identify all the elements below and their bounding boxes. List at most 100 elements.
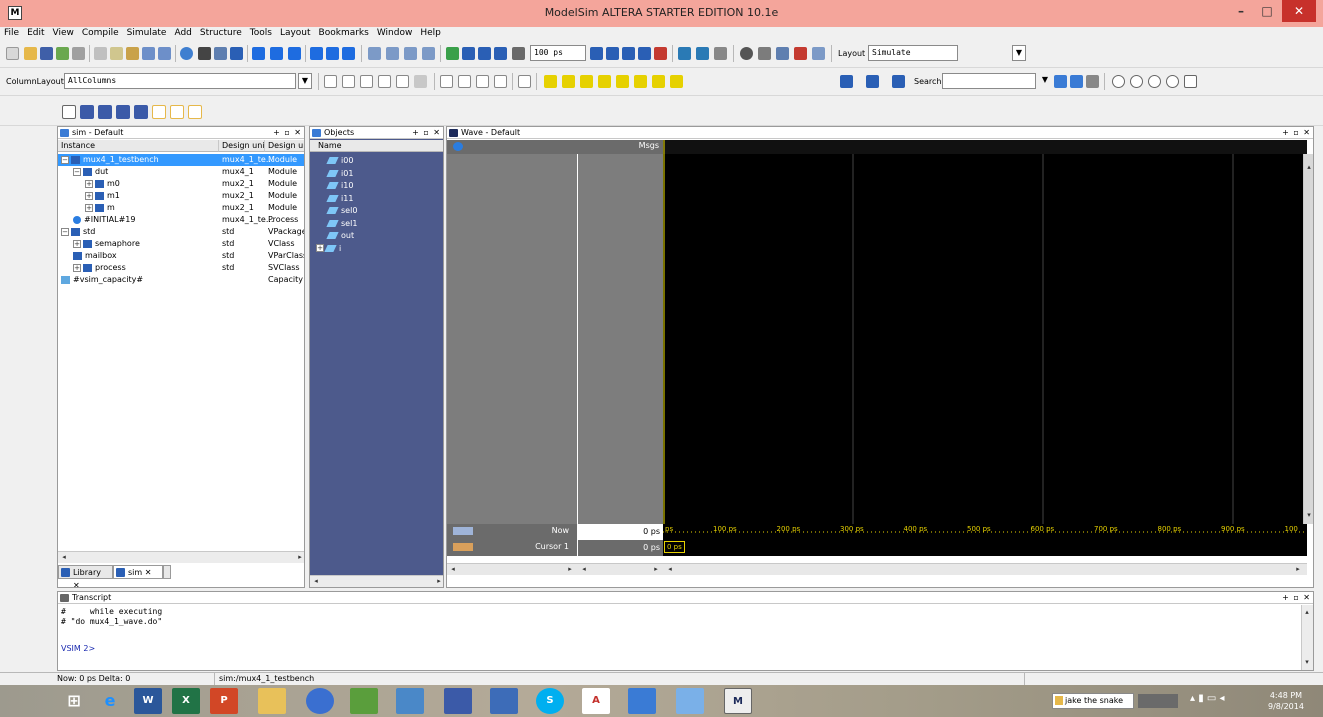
taskbar-app-icon-4[interactable] [628,688,656,714]
cut-icon[interactable] [94,47,107,60]
tab-sim[interactable]: sim ✕ [113,565,163,579]
copy-icon[interactable] [110,47,123,60]
zoom-mid-icon[interactable] [326,47,339,60]
menu-help[interactable]: Help [416,27,445,40]
scroll-right-icon[interactable]: ▸ [434,576,443,586]
tree-row[interactable]: + m1 mux2_1 Module [58,190,304,202]
insert-cursor-icon[interactable] [518,75,531,88]
wave-insert-icon[interactable] [342,75,355,88]
object-row[interactable]: sel0 [310,205,443,217]
tree-row[interactable]: + semaphore std VClass [58,238,304,250]
falling-edge-icon[interactable] [616,75,629,88]
zoom-down-icon[interactable] [342,47,355,60]
zoom-plus-icon[interactable] [476,75,489,88]
run-all-icon[interactable] [622,47,635,60]
tree-row[interactable]: − std std VPackage [58,226,304,238]
tree-row[interactable]: − dut mux4_1 Module [58,166,304,178]
menu-window[interactable]: Window [373,27,417,40]
find-prev-icon[interactable] [840,75,853,88]
taskbar-search-box[interactable]: jake the snake [1052,693,1134,709]
tree-row[interactable]: + m0 mux2_1 Module [58,178,304,190]
zoom-cursor-icon[interactable] [1166,75,1179,88]
object-row[interactable]: + i [310,243,443,255]
zoom-minus-icon[interactable] [494,75,507,88]
collapse-icon[interactable]: − [61,155,69,164]
maximize-button[interactable]: □ [1254,0,1280,22]
paste-icon[interactable] [126,47,139,60]
search-clear-icon[interactable] [1086,75,1099,88]
format-analog-icon[interactable] [116,105,130,119]
layout-dropdown-arrow[interactable]: ▼ [1012,45,1026,61]
format-rise-icon[interactable] [152,105,166,119]
wave-vertical-scrollbar[interactable]: ▴ ▾ [1303,154,1313,524]
edge-next-icon[interactable] [562,75,575,88]
transcript-vertical-scrollbar[interactable]: ▴ ▾ [1301,605,1313,670]
menu-add[interactable]: Add [170,27,195,40]
profile-icon[interactable] [758,47,771,60]
pulse-edge-icon[interactable] [670,75,683,88]
stop-icon[interactable] [654,47,667,60]
taskbar-app-icon-3[interactable] [490,688,518,714]
modelsim-taskbar-icon[interactable]: M [724,688,752,714]
zoom-out-icon[interactable] [1130,75,1143,88]
wave-paste-icon[interactable] [378,75,391,88]
add-log-icon[interactable] [404,47,417,60]
scroll-up-icon[interactable]: ▴ [1302,607,1312,617]
run-icon-2[interactable] [590,47,603,60]
zoom-full-icon[interactable] [1148,75,1161,88]
add-dataflow-icon[interactable] [422,47,435,60]
pane-controls-icon[interactable]: + ▫ ✕ [273,127,302,139]
step-into-icon[interactable] [696,47,709,60]
tree-row[interactable]: − mux4_1_testbench mux4_1_te... Module [58,154,304,166]
memory-icon[interactable] [740,47,753,60]
clock[interactable]: 4:48 PM 9/8/2014 [1268,690,1304,712]
assertion-icon[interactable] [794,47,807,60]
tree-row[interactable]: + m mux2_1 Module [58,202,304,214]
zoom-last-icon[interactable] [1184,75,1197,88]
expand-icon[interactable]: + [316,244,324,252]
restart-icon[interactable] [446,47,459,60]
any-edge-icon[interactable] [652,75,665,88]
sim-horizontal-scrollbar[interactable]: ◂ ▸ [58,551,304,563]
pane-controls-icon[interactable]: + ▫ ✕ [1282,592,1311,604]
search-dropdown-arrow[interactable]: ▼ [1038,73,1052,89]
pane-controls-icon[interactable]: + ▫ ✕ [412,127,441,139]
scroll-right-icon[interactable]: ▸ [565,564,575,574]
wave-timeline[interactable]: 100 ps 200 ps 300 ps 400 ps 500 ps 600 ps 700 … [663,524,1307,556]
collapse-icon[interactable] [214,47,227,60]
format-literal-icon[interactable] [62,105,76,119]
tab-overflow[interactable] [163,565,171,579]
select-mode-icon[interactable] [440,75,453,88]
column-layout-select[interactable]: AllColumns [64,73,296,89]
new-icon[interactable] [6,47,19,60]
undo-icon[interactable] [142,47,155,60]
search-input[interactable] [942,73,1036,89]
network-icon[interactable] [350,688,378,714]
wave-horizontal-scrollbar[interactable]: ◂ ▸ ◂ ▸ ◂ ▸ [447,563,1307,575]
compile-icon[interactable] [230,47,243,60]
find-all-icon[interactable] [892,75,905,88]
scroll-left-icon[interactable]: ◂ [579,564,589,574]
wave-signal-values[interactable] [578,154,663,524]
expand-icon[interactable]: + [85,179,93,188]
zoom-up-icon[interactable] [310,47,323,60]
open-folder-icon[interactable] [24,47,37,60]
scroll-left-icon[interactable]: ◂ [311,576,321,586]
word-icon[interactable]: W [134,688,162,714]
cursor-icons[interactable] [453,543,473,551]
find-next-icon[interactable] [866,75,879,88]
step-icon[interactable] [678,47,691,60]
step-out-icon[interactable] [288,47,301,60]
performance-icon[interactable] [714,47,727,60]
powerpoint-icon[interactable]: P [210,688,238,714]
edge-first-icon[interactable] [580,75,593,88]
excel-icon[interactable]: X [172,688,200,714]
close-button[interactable]: ✕ [1282,0,1316,22]
tree-row[interactable]: + process std SVClass [58,262,304,274]
internet-explorer-icon[interactable]: e [96,688,124,714]
tab-library[interactable]: Library ✕ [58,565,113,587]
format-bus-icon[interactable] [134,105,148,119]
up-arrow-icon[interactable] [252,47,265,60]
menu-simulate[interactable]: Simulate [123,27,171,40]
wave-stretch-icon[interactable] [396,75,409,88]
